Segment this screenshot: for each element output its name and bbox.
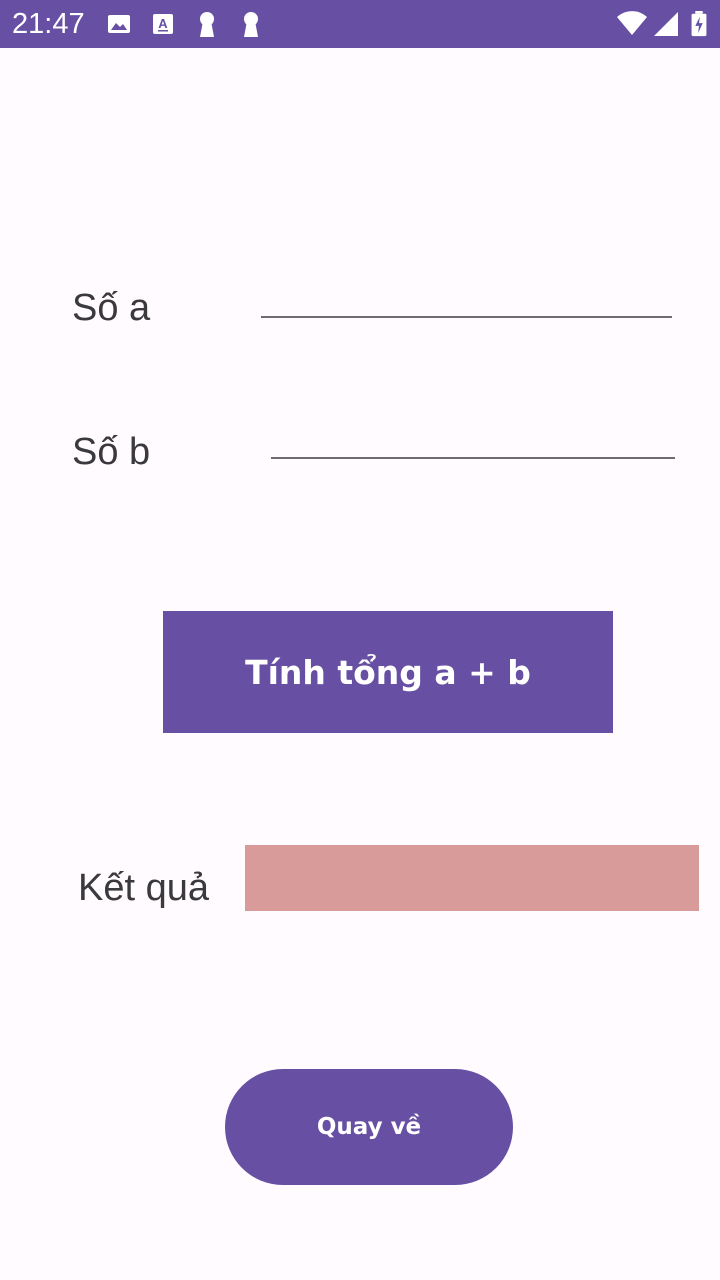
result-field	[245, 845, 699, 911]
svg-text:A: A	[158, 16, 168, 31]
sum-button-label: Tính tổng a + b	[245, 652, 531, 692]
status-bar: 21:47 A	[0, 0, 720, 48]
sum-button[interactable]: Tính tổng a + b	[163, 611, 613, 733]
signal-icon	[654, 12, 678, 36]
back-button[interactable]: Quay về	[225, 1069, 513, 1185]
back-button-label: Quay về	[316, 1114, 422, 1140]
keyhole-icon	[200, 12, 214, 37]
battery-charging-icon	[691, 11, 707, 37]
wifi-icon	[617, 11, 647, 36]
label-b: Số b	[72, 431, 151, 473]
image-icon	[108, 15, 130, 33]
result-label: Kết quả	[78, 867, 209, 909]
input-a[interactable]	[261, 316, 672, 318]
label-a: Số a	[72, 287, 151, 329]
status-time: 21:47	[12, 8, 85, 40]
input-b[interactable]	[271, 457, 675, 459]
text-a-icon: A	[153, 14, 173, 34]
keyhole-icon	[244, 12, 258, 37]
